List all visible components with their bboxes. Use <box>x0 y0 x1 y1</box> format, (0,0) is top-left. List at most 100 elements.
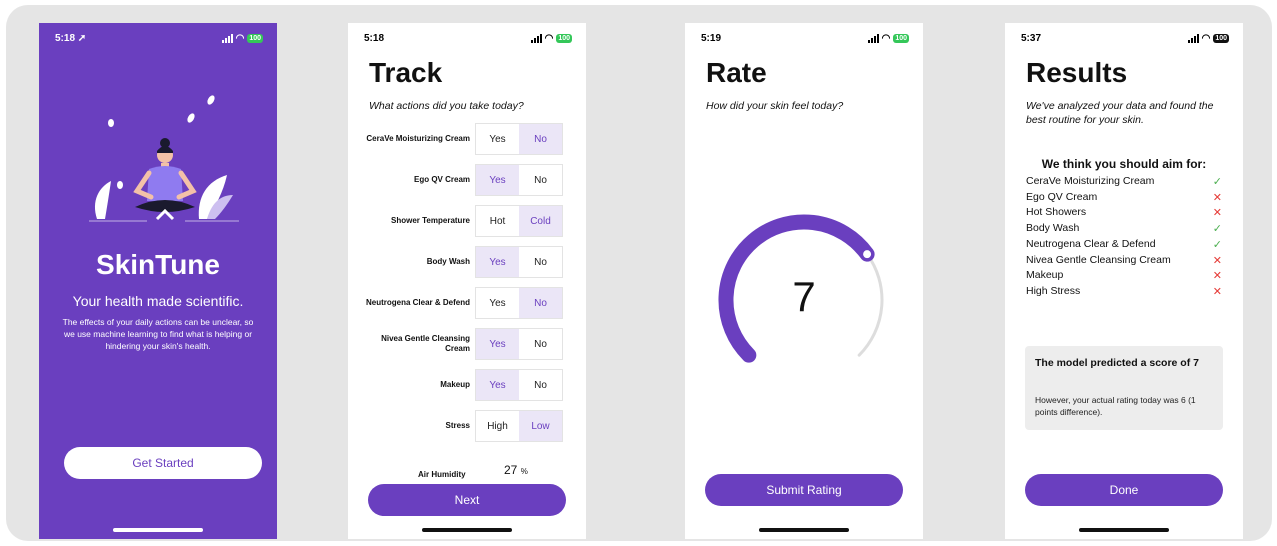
cross-icon: ✕ <box>1212 207 1222 220</box>
option-no-button[interactable]: No <box>519 329 562 359</box>
result-item: Body Wash ✓ <box>1026 222 1222 237</box>
signal-icon <box>867 34 879 43</box>
segmented-control: Yes No <box>475 369 563 401</box>
check-icon: ✓ <box>1212 223 1222 236</box>
page-subtitle: How did your skin feel today? <box>706 100 844 112</box>
rating-dial-handle[interactable] <box>863 250 872 259</box>
welcome-screen: 5:18 ➚ ◠ 100 SkinTune Your health made s… <box>39 23 277 539</box>
rating-value: 7 <box>792 273 816 320</box>
prediction-title: The model predicted a score of 7 <box>1035 357 1199 369</box>
track-row: CeraVe Moisturizing Cream Yes No <box>348 123 586 155</box>
cross-icon: ✕ <box>1212 285 1222 298</box>
status-time: 5:19 <box>701 33 722 44</box>
check-icon: ✓ <box>1212 176 1222 188</box>
track-row-label: CeraVe Moisturizing Cream <box>366 134 470 143</box>
cross-icon: ✕ <box>1212 254 1222 267</box>
screens-canvas: 5:18 ➚ ◠ 100 SkinTune Your health made s… <box>6 5 1272 541</box>
option-yes-button[interactable]: Yes <box>476 124 519 154</box>
segmented-control: Yes No <box>475 246 563 278</box>
wifi-icon: ◠ <box>544 33 554 44</box>
track-row: Body Wash Yes No <box>348 246 586 278</box>
wifi-icon: ◠ <box>1201 33 1211 44</box>
option-yes-button[interactable]: Yes <box>476 370 519 400</box>
page-subtitle: What actions did you take today? <box>369 100 524 112</box>
option-hot-button[interactable]: Hot <box>476 206 519 236</box>
track-row-label: Ego QV Cream <box>413 175 470 184</box>
option-high-button[interactable]: High <box>476 411 519 441</box>
get-started-button[interactable]: Get Started <box>64 447 262 479</box>
segmented-control: High Low <box>475 410 563 442</box>
status-icons: ◠ 100 <box>1187 33 1229 44</box>
track-row: Shower Temperature Hot Cold <box>348 205 586 237</box>
result-item: Hot Showers ✕ <box>1026 206 1222 221</box>
status-bar: 5:19 ◠ 100 <box>685 33 923 47</box>
result-item-name: Ego QV Cream <box>1026 190 1098 203</box>
air-humidity-value[interactable]: 27 % <box>504 463 528 477</box>
track-row-label: Neutrogena Clear & Defend <box>365 298 470 307</box>
page-title: Rate <box>706 57 767 88</box>
battery-icon: 100 <box>893 34 909 43</box>
results-screen: 5:37 ◠ 100 Results We've analyzed your d… <box>1005 23 1243 539</box>
option-yes-button[interactable]: Yes <box>476 329 519 359</box>
status-icons: ◠ 100 <box>530 33 572 44</box>
segmented-control: Yes No <box>475 164 563 196</box>
meditation-illustration <box>89 95 239 222</box>
signal-icon <box>1187 34 1199 43</box>
option-no-button[interactable]: No <box>519 370 562 400</box>
result-item: High Stress ✕ <box>1026 285 1222 300</box>
option-yes-button[interactable]: Yes <box>476 288 519 318</box>
home-indicator[interactable] <box>759 528 849 532</box>
home-indicator[interactable] <box>113 528 203 532</box>
aim-heading: We think you should aim for: <box>1041 157 1207 171</box>
track-row-label: Body Wash <box>426 257 470 266</box>
result-item-name: Body Wash <box>1026 222 1080 235</box>
result-item-name: High Stress <box>1026 284 1081 297</box>
result-item-name: Makeup <box>1026 269 1064 282</box>
track-row: Makeup Yes No <box>348 369 586 401</box>
option-yes-button[interactable]: Yes <box>476 165 519 195</box>
status-icons: ◠ 100 <box>221 33 263 44</box>
cross-icon: ✕ <box>1212 270 1222 283</box>
cross-icon: ✕ <box>1212 191 1222 204</box>
track-row: Neutrogena Clear & Defend Yes No <box>348 287 586 319</box>
track-row: Nivea Gentle Cleansing Cream Yes No <box>348 328 586 360</box>
signal-icon <box>530 34 542 43</box>
page-subtitle: We've analyzed your data and found the b… <box>1026 100 1214 126</box>
option-no-button[interactable]: No <box>519 124 562 154</box>
next-button[interactable]: Next <box>368 484 566 516</box>
status-time: 5:18 ➚ <box>55 33 87 44</box>
app-name: SkinTune <box>96 249 220 280</box>
option-yes-button[interactable]: Yes <box>476 247 519 277</box>
page-title: Track <box>369 57 443 88</box>
status-bar: 5:18 ◠ 100 <box>348 33 586 47</box>
tagline: Your health made scientific. <box>72 293 244 309</box>
option-no-button[interactable]: No <box>519 288 562 318</box>
home-indicator[interactable] <box>422 528 512 532</box>
track-row-label: Shower Temperature <box>391 216 470 225</box>
battery-icon: 100 <box>247 34 263 43</box>
segmented-control: Hot Cold <box>475 205 563 237</box>
rate-screen: 5:19 ◠ 100 Rate How did your skin feel t… <box>685 23 923 539</box>
done-button[interactable]: Done <box>1025 474 1223 506</box>
option-no-button[interactable]: No <box>519 165 562 195</box>
status-icons: ◠ 100 <box>867 33 909 44</box>
track-row-label: Stress <box>445 421 470 430</box>
status-bar: 5:18 ➚ ◠ 100 <box>39 33 277 47</box>
segmented-control: Yes No <box>475 328 563 360</box>
location-icon: ➚ <box>77 33 87 44</box>
submit-rating-button[interactable]: Submit Rating <box>705 474 903 506</box>
home-indicator[interactable] <box>1079 528 1169 532</box>
result-item: Ego QV Cream ✕ <box>1026 191 1222 206</box>
result-item-name: CeraVe Moisturizing Cream <box>1026 175 1155 187</box>
result-item: Makeup ✕ <box>1026 269 1222 284</box>
result-item: CeraVe Moisturizing Cream ✓ <box>1026 175 1222 190</box>
option-cold-button[interactable]: Cold <box>519 206 562 236</box>
option-low-button[interactable]: Low <box>519 411 562 441</box>
wifi-icon: ◠ <box>235 33 245 44</box>
battery-icon: 100 <box>1213 34 1229 43</box>
option-no-button[interactable]: No <box>519 247 562 277</box>
result-item: Nivea Gentle Cleansing Cream ✕ <box>1026 254 1222 269</box>
battery-icon: 100 <box>556 34 572 43</box>
status-time: 5:37 <box>1021 33 1042 44</box>
signal-icon <box>221 34 233 43</box>
